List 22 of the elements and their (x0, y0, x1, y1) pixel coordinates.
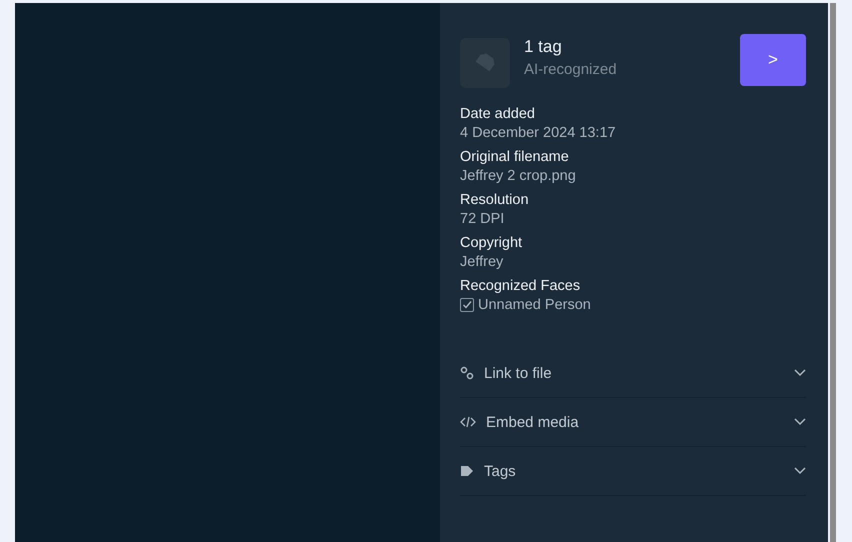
link-icon (460, 366, 474, 380)
detail-label: Date added (460, 106, 536, 122)
detail-label: Copyright (460, 235, 524, 251)
detail-value: Jeffrey 2 crop.png (460, 168, 577, 184)
detail-label: Resolution (460, 192, 530, 208)
detail-value: Jeffrey (460, 254, 504, 270)
checkbox[interactable] (460, 298, 474, 312)
face-name[interactable]: Unnamed Person (478, 297, 591, 313)
tag-icon (460, 38, 510, 88)
detail-value: 4 December 2024 13:17 (460, 125, 617, 141)
tag-source: AI-recognized (524, 60, 618, 78)
tag-icon (460, 465, 474, 477)
tag-count: 1 tag (524, 36, 563, 56)
section-header[interactable]: Tags (460, 447, 806, 496)
detail-label: Original filename (460, 149, 570, 165)
section-header[interactable]: Embed media (460, 398, 806, 447)
detail-label: Recognized Faces (460, 278, 582, 294)
code-icon (460, 416, 476, 428)
open-tags-button[interactable]: > (740, 34, 806, 86)
scrollbar[interactable] (830, 3, 836, 542)
section-header[interactable]: Link to file (460, 349, 806, 398)
detail-value: 72 DPI (460, 211, 506, 227)
